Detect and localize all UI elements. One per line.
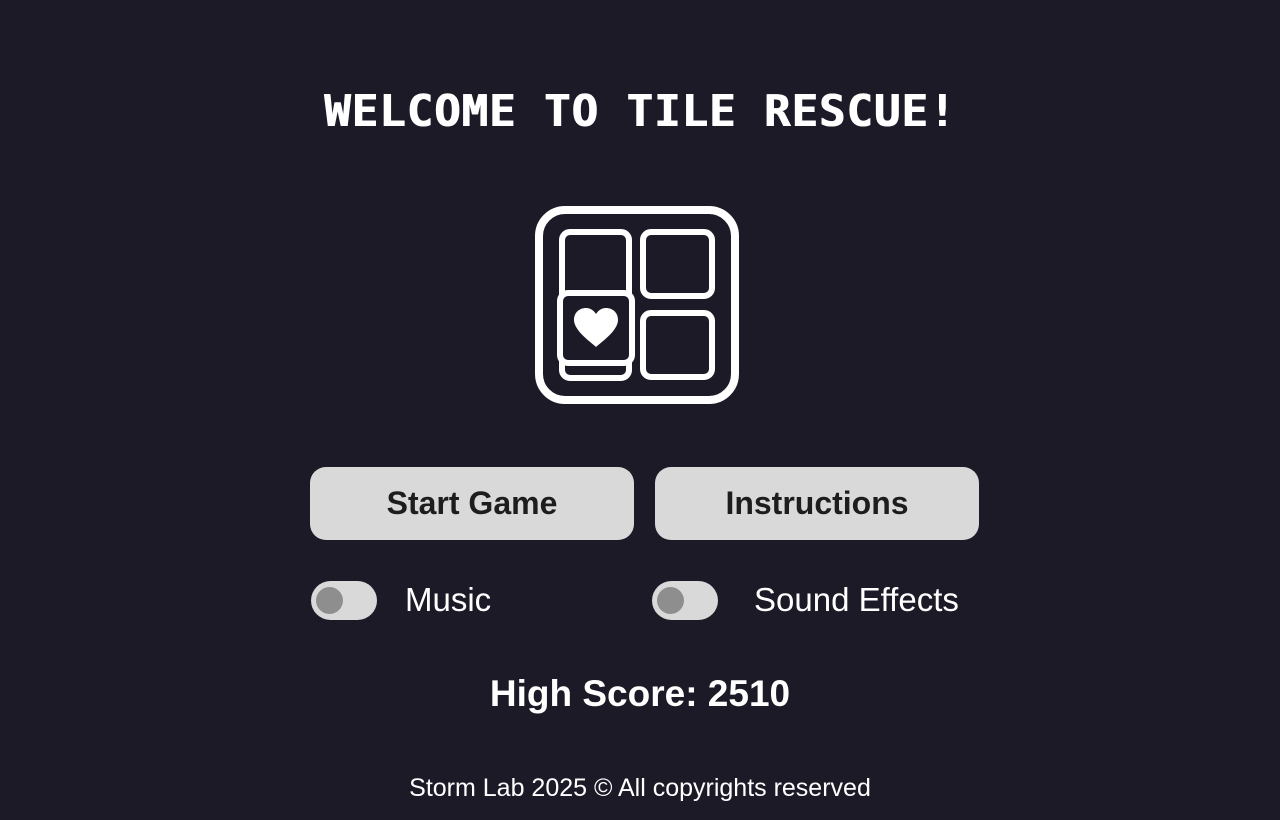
game-title: WELCOME TO TILE RESCUE! <box>323 86 957 137</box>
sound-effects-label: Sound Effects <box>754 581 959 618</box>
footer-copyright: Storm Lab 2025 © All copyrights reserved <box>409 774 871 802</box>
tile-grid-heart-icon <box>534 205 740 405</box>
music-toggle[interactable] <box>311 580 377 620</box>
high-score: High Score: 2510 <box>489 673 791 714</box>
instructions-button[interactable]: Instructions <box>655 467 979 540</box>
music-toggle-knob <box>316 586 343 614</box>
sound-effects-toggle[interactable] <box>652 580 718 620</box>
start-game-button[interactable]: Start Game <box>310 467 634 540</box>
music-toggle-row: Music <box>311 580 491 620</box>
music-label: Music <box>405 581 492 618</box>
sound-effects-toggle-knob <box>657 586 684 614</box>
sound-effects-toggle-row: Sound Effects <box>652 580 959 620</box>
